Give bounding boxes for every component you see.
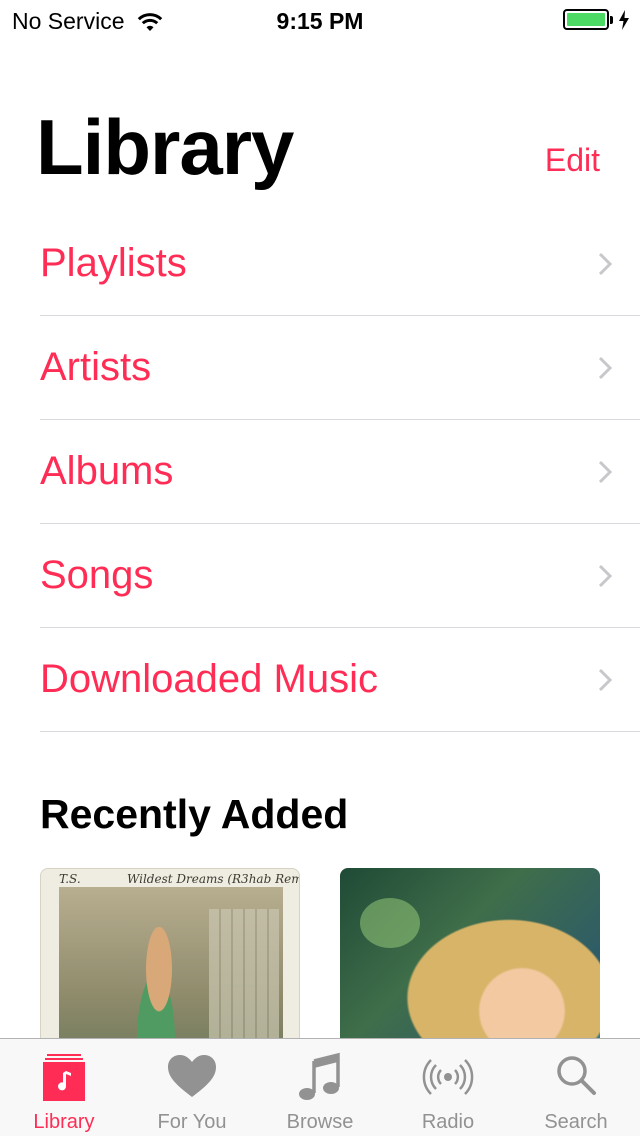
tab-search[interactable]: Search — [512, 1039, 640, 1136]
battery-cap — [610, 15, 613, 24]
menu-item-label: Artists — [40, 345, 152, 389]
chevron-right-icon — [598, 252, 612, 276]
chevron-right-icon — [598, 460, 612, 484]
chevron-right-icon — [598, 356, 612, 380]
tab-label: For You — [157, 1111, 227, 1133]
album-cover-text-right: Wildest Dreams (R3hab Remix) — [127, 872, 300, 886]
tab-label: Library — [33, 1111, 95, 1133]
artwork-foliage — [360, 898, 420, 948]
page-title: Library — [36, 103, 294, 191]
tab-label: Search — [544, 1111, 608, 1133]
search-icon — [557, 1056, 596, 1095]
status-time: 9:15 PM — [276, 8, 364, 34]
edit-button[interactable]: Edit — [545, 140, 600, 180]
tab-label: Radio — [421, 1111, 475, 1133]
chevron-right-icon — [598, 668, 612, 692]
album-cover-text-left: T.S. — [59, 872, 81, 886]
menu-item-songs[interactable]: Songs — [40, 524, 640, 628]
heart-icon — [168, 1055, 216, 1097]
battery-level — [567, 13, 605, 26]
tab-bar: Library For You Browse Radio Search — [0, 1038, 640, 1136]
tab-radio[interactable]: Radio — [384, 1039, 512, 1136]
music-note-icon — [299, 1052, 340, 1100]
recently-added-title: Recently Added — [40, 791, 349, 837]
status-right — [563, 9, 630, 30]
tab-for-you[interactable]: For You — [128, 1039, 256, 1136]
menu-item-artists[interactable]: Artists — [40, 316, 640, 420]
charging-bolt-icon — [619, 9, 629, 30]
menu-item-label: Downloaded Music — [40, 657, 378, 701]
menu-item-downloaded-music[interactable]: Downloaded Music — [40, 628, 640, 732]
menu-item-albums[interactable]: Albums — [40, 420, 640, 524]
status-bar: No Service 9:15 PM — [0, 0, 640, 40]
tab-library[interactable]: Library — [0, 1039, 128, 1136]
menu-item-label: Playlists — [40, 241, 187, 285]
library-menu-list: Playlists Artists Albums Songs Downloade… — [0, 212, 640, 732]
menu-item-label: Songs — [40, 553, 154, 597]
library-icon — [43, 1054, 85, 1101]
radio-icon — [422, 1059, 474, 1095]
menu-item-label: Albums — [40, 449, 174, 493]
tab-browse[interactable]: Browse — [256, 1039, 384, 1136]
menu-item-playlists[interactable]: Playlists — [40, 212, 640, 316]
chevron-right-icon — [598, 564, 612, 588]
battery-icon — [563, 9, 609, 30]
tab-label: Browse — [286, 1111, 354, 1133]
